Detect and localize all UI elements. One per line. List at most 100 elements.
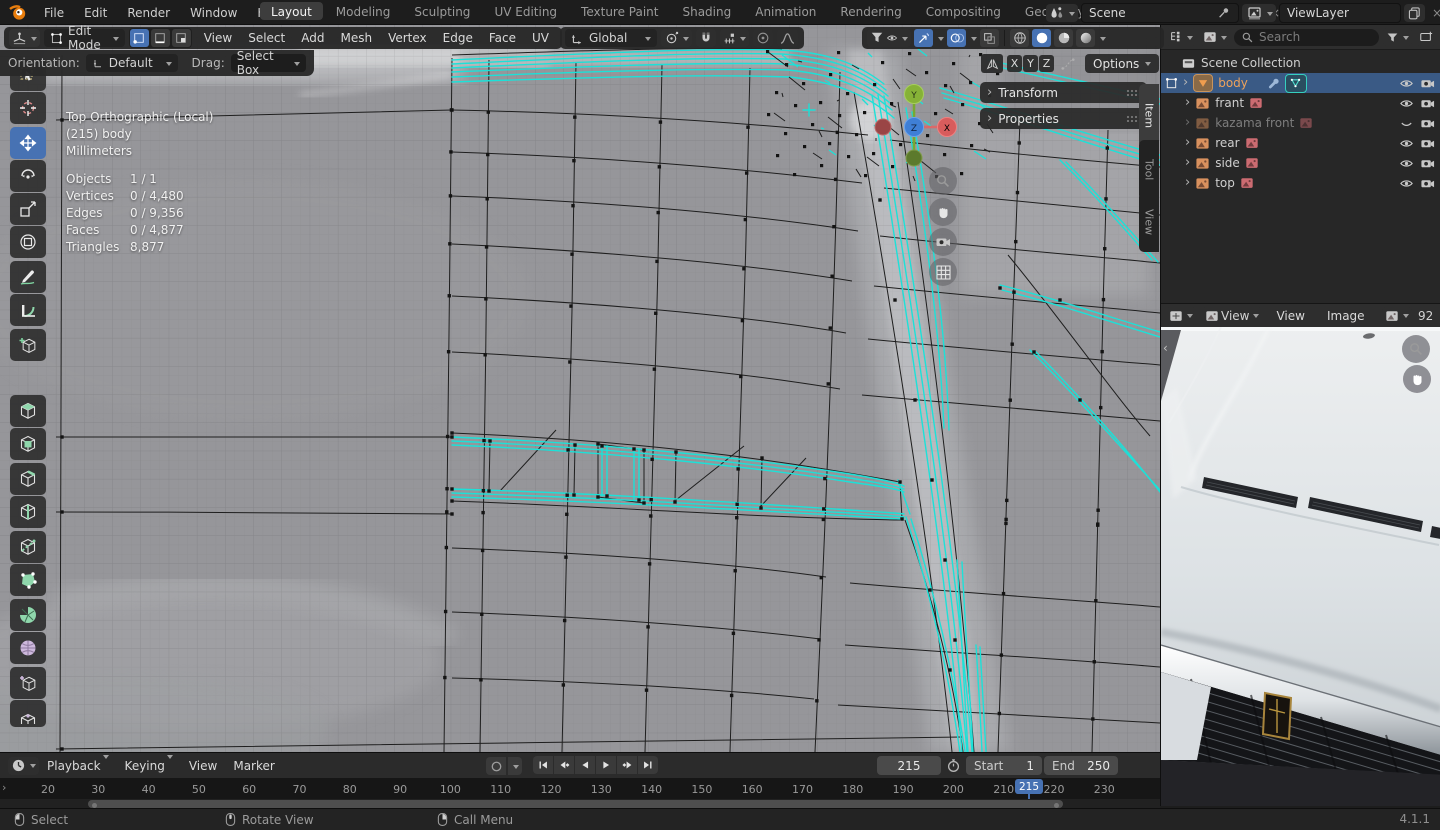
- render-camera-icon[interactable]: [1420, 136, 1435, 151]
- image-zoom-button[interactable]: [1402, 335, 1430, 363]
- expand-icon[interactable]: ›: [1185, 156, 1190, 169]
- vertex-select-button[interactable]: [129, 29, 149, 47]
- mirror-widget[interactable]: [981, 54, 1003, 73]
- zoom-button[interactable]: [929, 167, 957, 195]
- tool-edge-slide-button[interactable]: [10, 667, 46, 699]
- image-editor-type-button[interactable]: [1166, 306, 1196, 325]
- xray-toggle-button[interactable]: [980, 29, 999, 47]
- keying-dropdown[interactable]: [508, 757, 522, 775]
- orientation-default-dropdown[interactable]: Default: [85, 54, 178, 72]
- frame-start-field[interactable]: Start 1: [966, 756, 1042, 775]
- expand-icon[interactable]: ›: [1185, 176, 1190, 189]
- shading-solid-button[interactable]: [1032, 29, 1051, 47]
- editor-type-button[interactable]: [9, 29, 40, 47]
- timeline-menu-playback[interactable]: Playback: [39, 754, 117, 776]
- region-expand-icon[interactable]: ‹: [1163, 341, 1168, 355]
- expand-icon[interactable]: ›: [1185, 116, 1190, 129]
- object-visibility-dropdown[interactable]: [867, 29, 911, 47]
- expand-icon[interactable]: ›: [1185, 136, 1190, 149]
- viewport-menu-vertex[interactable]: Vertex: [380, 31, 435, 45]
- jump-to-start-button[interactable]: [533, 756, 553, 774]
- outliner-display-mode-button[interactable]: [1200, 28, 1230, 46]
- tool-smooth-button[interactable]: [10, 632, 46, 664]
- sidebar-tab-item[interactable]: Item: [1139, 84, 1159, 148]
- properties-panel-header[interactable]: › Properties: [980, 108, 1147, 129]
- play-button[interactable]: [596, 756, 616, 774]
- workspace-tab-modeling[interactable]: Modeling: [325, 2, 402, 20]
- viewlayer-remove-button[interactable]: ×: [1428, 6, 1440, 20]
- viewport-menu-mesh[interactable]: Mesh: [332, 31, 380, 45]
- outliner-editor-type-button[interactable]: [1166, 28, 1196, 46]
- expand-icon[interactable]: ›: [1185, 96, 1190, 109]
- shading-material-button[interactable]: [1054, 29, 1073, 47]
- image-browse-button[interactable]: [1382, 306, 1412, 325]
- viewport-menu-add[interactable]: Add: [293, 31, 332, 45]
- tool-loop-cut-button[interactable]: [10, 496, 46, 528]
- workspace-tab-rendering[interactable]: Rendering: [829, 2, 912, 20]
- tool-knife-button[interactable]: [10, 531, 46, 563]
- snap-settings-dropdown[interactable]: [720, 29, 749, 47]
- mirror-z-button[interactable]: Z: [1039, 55, 1054, 72]
- outliner-item-kazama-front[interactable]: › kazama front: [1161, 113, 1440, 133]
- tool-scale-button[interactable]: [10, 193, 46, 225]
- gizmos-toggle-button[interactable]: [914, 29, 933, 47]
- topbar-menu-render[interactable]: Render: [117, 6, 180, 20]
- image-menu-view[interactable]: View: [1268, 309, 1312, 323]
- topbar-menu-window[interactable]: Window: [180, 6, 247, 20]
- outliner-item-side[interactable]: › side: [1161, 153, 1440, 173]
- viewport-menu-select[interactable]: Select: [240, 31, 293, 45]
- tool-annotate-button[interactable]: [10, 261, 46, 293]
- overlays-toggle-button[interactable]: [947, 29, 966, 47]
- tool-cursor-3d-button[interactable]: [10, 92, 46, 124]
- timeline-menu-view[interactable]: View: [181, 759, 225, 773]
- transform-orientation-dropdown[interactable]: Global: [565, 29, 657, 47]
- image-editor-canvas[interactable]: ‹: [1161, 327, 1440, 806]
- viewlayer-new-button[interactable]: [1404, 4, 1425, 22]
- timeline-editor-type-button[interactable]: [8, 756, 39, 775]
- outliner-search-input[interactable]: Search: [1234, 28, 1379, 46]
- render-camera-icon[interactable]: [1420, 76, 1435, 91]
- previous-keyframe-button[interactable]: [554, 756, 574, 774]
- proportional-editing-button[interactable]: [753, 29, 773, 47]
- mode-dropdown[interactable]: Edit Mode: [44, 24, 125, 52]
- tool-spin-button[interactable]: [10, 599, 46, 631]
- workspace-tab-uv-editing[interactable]: UV Editing: [483, 2, 568, 20]
- hide-eye-icon[interactable]: [1399, 136, 1414, 151]
- current-frame-field[interactable]: 215: [877, 756, 941, 775]
- scrollbar-zoom-handle-left[interactable]: [92, 802, 97, 808]
- scene-name-field[interactable]: Scene: [1081, 3, 1239, 23]
- tool-bevel-button[interactable]: [10, 463, 46, 495]
- outliner-item-rear[interactable]: › rear: [1161, 133, 1440, 153]
- pan-button[interactable]: [929, 198, 957, 226]
- drag-mode-dropdown[interactable]: Select Box: [230, 49, 306, 77]
- mirror-x-button[interactable]: X: [1007, 55, 1022, 72]
- workspace-tab-layout[interactable]: Layout: [260, 2, 323, 20]
- sidebar-tab-view[interactable]: View: [1139, 192, 1159, 252]
- gizmos-dropdown[interactable]: [938, 36, 944, 44]
- options-dropdown[interactable]: Options: [1085, 54, 1160, 73]
- frame-end-field[interactable]: End 250: [1044, 756, 1118, 775]
- blender-logo-icon[interactable]: [8, 3, 27, 22]
- outliner-filter-button[interactable]: [1383, 28, 1412, 46]
- panel-grip[interactable]: [1126, 89, 1140, 96]
- viewport-menu-face[interactable]: Face: [481, 31, 524, 45]
- pivot-point-dropdown[interactable]: [661, 29, 692, 47]
- viewlayer-name-field[interactable]: ViewLayer: [1279, 3, 1401, 23]
- pin-icon[interactable]: [1217, 6, 1231, 20]
- region-expand-icon[interactable]: ›: [2, 781, 6, 794]
- workspace-tab-shading[interactable]: Shading: [671, 2, 742, 20]
- render-camera-icon[interactable]: [1420, 176, 1435, 191]
- outliner-root-collection[interactable]: Scene Collection: [1161, 53, 1440, 73]
- next-keyframe-button[interactable]: [617, 756, 637, 774]
- shading-wireframe-button[interactable]: [1010, 29, 1029, 47]
- overlays-dropdown[interactable]: [971, 36, 977, 44]
- hide-eye-icon[interactable]: [1399, 156, 1414, 171]
- edge-select-button[interactable]: [150, 29, 170, 47]
- viewport-menu-view[interactable]: View: [196, 31, 240, 45]
- viewlayer-browse-button[interactable]: [1244, 4, 1276, 22]
- topbar-menu-edit[interactable]: Edit: [74, 6, 117, 20]
- image-display-mode-dropdown[interactable]: View: [1202, 306, 1263, 325]
- hide-eye-icon[interactable]: [1399, 76, 1414, 91]
- tool-rotate-button[interactable]: [10, 160, 46, 192]
- orthographic-toggle-button[interactable]: [929, 258, 957, 286]
